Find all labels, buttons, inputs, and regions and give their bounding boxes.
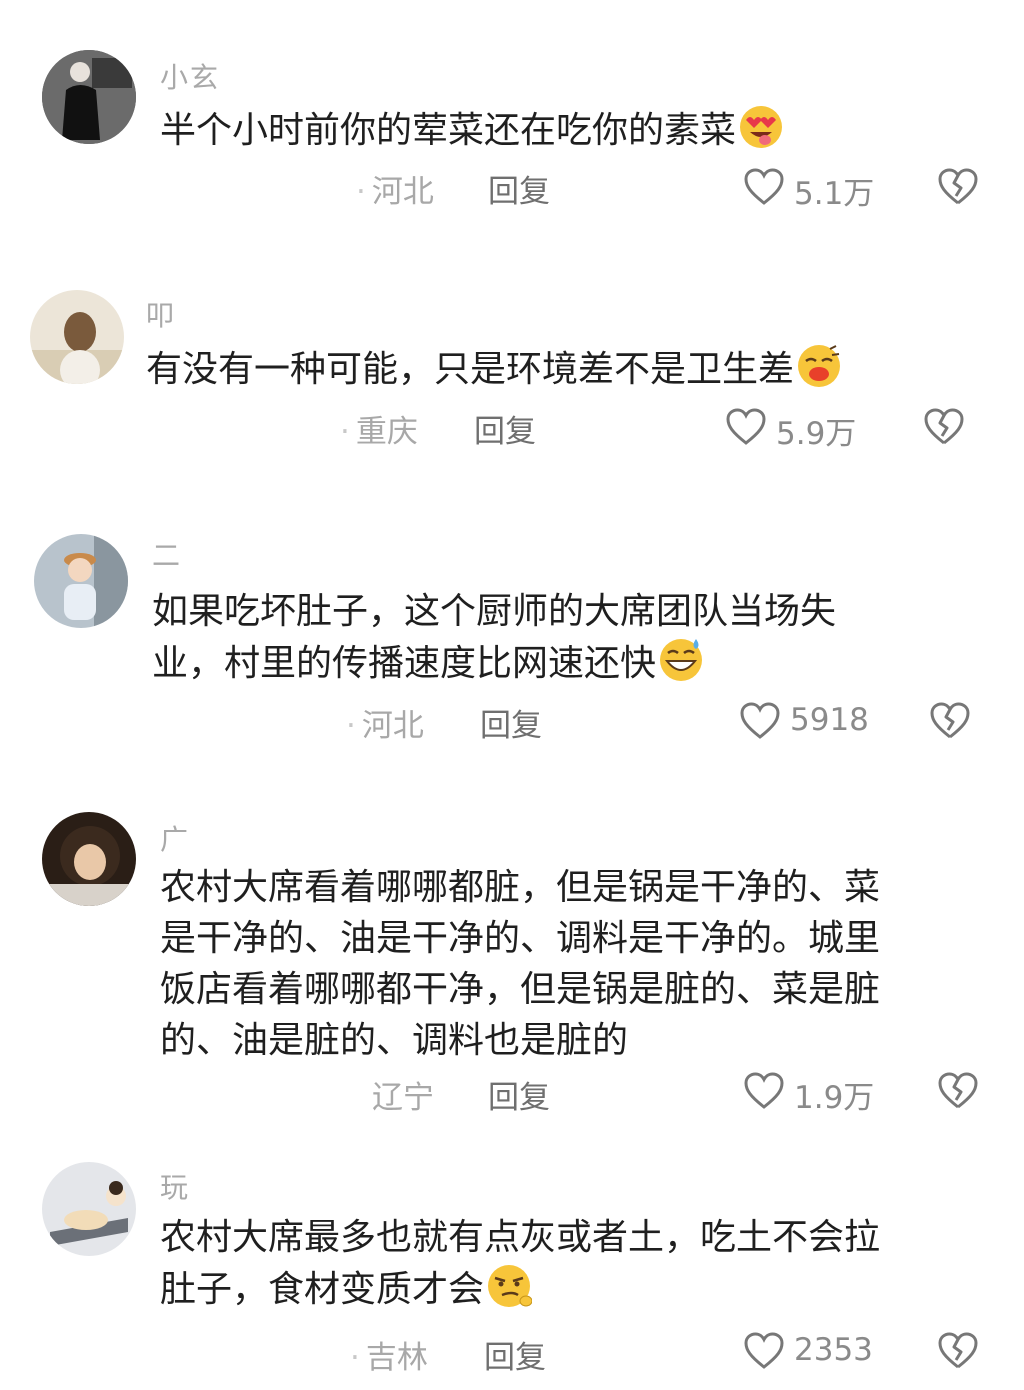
like-count: 1.9万 — [794, 1080, 875, 1116]
like-count: 5.1万 — [794, 176, 875, 212]
like-count: 5918 — [790, 702, 869, 738]
username[interactable]: 玩 — [160, 1166, 190, 1206]
reply-button[interactable]: 回复 — [488, 1072, 550, 1117]
like-heart-icon[interactable] — [744, 1072, 784, 1110]
reply-button[interactable]: 回复 — [474, 406, 536, 451]
reply-button[interactable]: 回复 — [480, 700, 542, 745]
like-heart-icon[interactable] — [726, 408, 766, 446]
like-heart-icon[interactable] — [744, 1332, 784, 1370]
comment-text: 如果吃坏肚子，这个厨师的大席团队当场失 业，村里的传播速度比网速还快 — [152, 586, 836, 689]
location: 吉林 — [365, 1340, 428, 1376]
smirk-face-emoji — [488, 1265, 533, 1307]
username[interactable]: 广 — [160, 818, 190, 858]
kissing-closed-eyes-emoji — [798, 345, 841, 387]
like-count: 5.9万 — [776, 416, 857, 452]
like-count: 2353 — [794, 1332, 873, 1368]
comment-meta: · 吉林 — [350, 1340, 428, 1376]
comment-meta: · 重庆 — [340, 414, 418, 450]
avatar[interactable] — [42, 1162, 136, 1256]
username[interactable]: 叩 — [146, 294, 176, 334]
comment-text: 半个小时前你的荤菜还在吃你的素菜 — [160, 104, 784, 156]
avatar[interactable] — [42, 50, 136, 144]
comment-meta: 辽宁 — [372, 1072, 434, 1117]
comment-line: 如果吃坏肚子，这个厨师的大席团队当场失 — [152, 591, 837, 632]
comment-text: 农村大席看着哪哪都脏，但是锅是干净的、菜 是干净的、油是干净的、调料是干净的。城… — [160, 862, 880, 1066]
location: 河北 — [371, 174, 434, 210]
avatar[interactable] — [34, 534, 128, 628]
comment-meta: · 河北 — [356, 174, 434, 210]
comment-line: 饭店看着哪哪都干净，但是锅是脏的、菜是脏 — [160, 969, 881, 1010]
comment-line: 有没有一种可能，只是环境差不是卫生差 — [146, 349, 795, 390]
like-heart-icon[interactable] — [740, 702, 780, 740]
heart-eyes-tongue-emoji — [740, 106, 783, 148]
dislike-broken-heart-icon[interactable] — [924, 408, 964, 446]
comment-text: 农村大席最多也就有点灰或者土，吃土不会拉 肚子，食材变质才会 — [160, 1212, 880, 1315]
comment-meta: · 河北 — [346, 708, 424, 744]
dislike-broken-heart-icon[interactable] — [930, 702, 970, 740]
comment-line: 半个小时前你的荤菜还在吃你的素菜 — [160, 110, 737, 151]
comment-line: 业，村里的传播速度比网速还快 — [152, 643, 657, 684]
comment-line: 农村大席最多也就有点灰或者土，吃土不会拉 — [160, 1217, 881, 1258]
grinning-sweat-emoji — [660, 639, 703, 681]
comment-line: 肚子，食材变质才会 — [160, 1269, 485, 1310]
location: 重庆 — [355, 414, 418, 450]
comment-line: 是干净的、油是干净的、调料是干净的。城里 — [160, 918, 881, 959]
username[interactable]: 小玄 — [160, 56, 220, 96]
comment-line: 农村大席看着哪哪都脏，但是锅是干净的、菜 — [160, 867, 881, 908]
dislike-broken-heart-icon[interactable] — [938, 1332, 978, 1370]
reply-button[interactable]: 回复 — [484, 1332, 546, 1377]
location: 辽宁 — [372, 1080, 434, 1116]
avatar[interactable] — [30, 290, 124, 384]
like-heart-icon[interactable] — [744, 168, 784, 206]
reply-button[interactable]: 回复 — [488, 166, 550, 211]
comment-line: 的、油是脏的、调料也是脏的 — [160, 1020, 629, 1061]
dislike-broken-heart-icon[interactable] — [938, 1072, 978, 1110]
avatar[interactable] — [42, 812, 136, 906]
comment-text: 有没有一种可能，只是环境差不是卫生差 — [146, 343, 842, 395]
dislike-broken-heart-icon[interactable] — [938, 168, 978, 206]
location: 河北 — [361, 708, 424, 744]
username[interactable]: 二 — [152, 534, 182, 574]
